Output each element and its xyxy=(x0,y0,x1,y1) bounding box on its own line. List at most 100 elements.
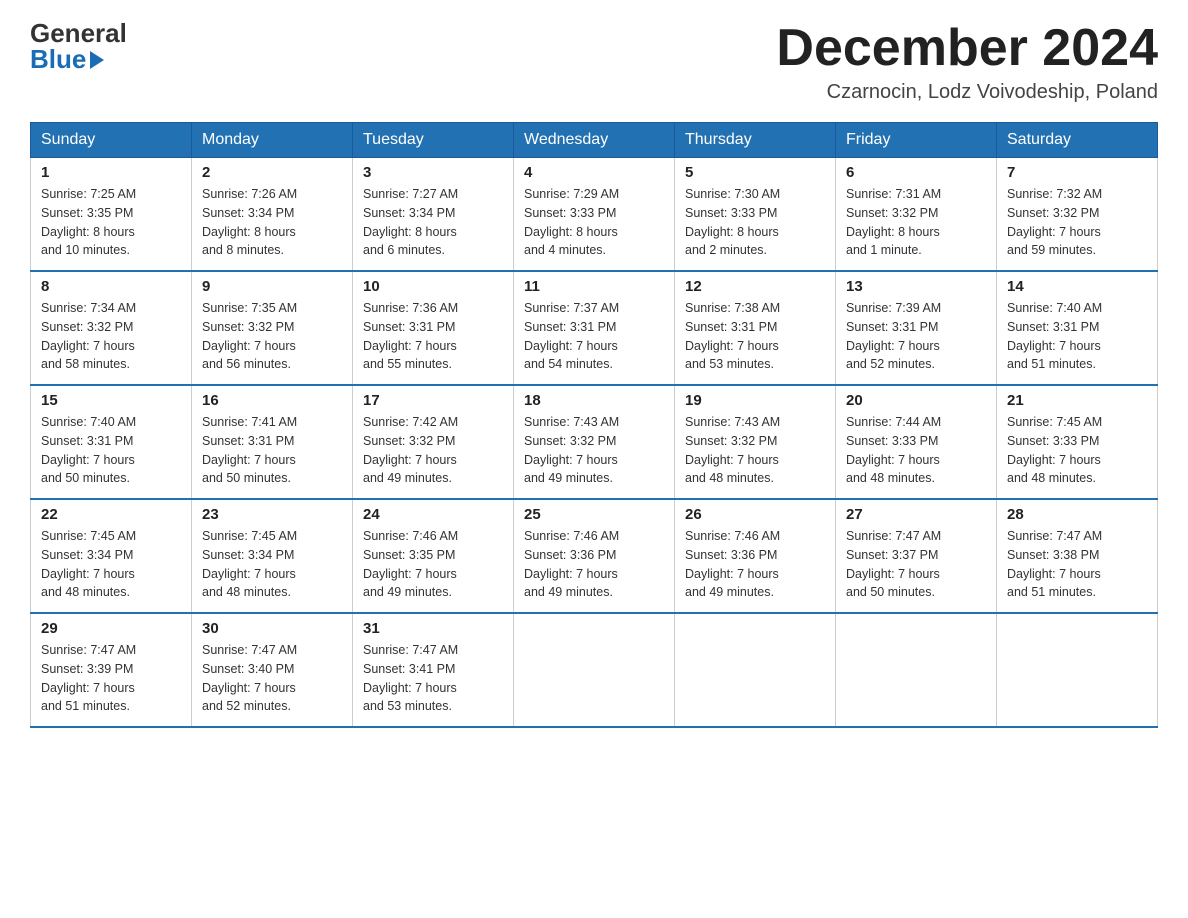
day-info: Sunrise: 7:47 AMSunset: 3:41 PMDaylight:… xyxy=(363,641,503,716)
page-header: General Blue December 2024 Czarnocin, Lo… xyxy=(30,20,1158,104)
calendar-cell: 2 Sunrise: 7:26 AMSunset: 3:34 PMDaylight… xyxy=(192,158,353,272)
calendar-week-row: 8 Sunrise: 7:34 AMSunset: 3:32 PMDaylight… xyxy=(31,271,1158,385)
calendar-cell: 1 Sunrise: 7:25 AMSunset: 3:35 PMDaylight… xyxy=(31,158,192,272)
day-number: 17 xyxy=(363,392,503,409)
day-info: Sunrise: 7:31 AMSunset: 3:32 PMDaylight:… xyxy=(846,185,986,260)
day-of-week-header: Sunday xyxy=(31,123,192,158)
day-number: 16 xyxy=(202,392,342,409)
day-info: Sunrise: 7:35 AMSunset: 3:32 PMDaylight:… xyxy=(202,299,342,374)
day-info: Sunrise: 7:40 AMSunset: 3:31 PMDaylight:… xyxy=(1007,299,1147,374)
day-of-week-header: Friday xyxy=(836,123,997,158)
day-info: Sunrise: 7:25 AMSunset: 3:35 PMDaylight:… xyxy=(41,185,181,260)
day-number: 26 xyxy=(685,506,825,523)
calendar-cell: 6Sunrise: 7:31 AMSunset: 3:32 PMDaylight… xyxy=(836,158,997,272)
day-info: Sunrise: 7:27 AMSunset: 3:34 PMDaylight:… xyxy=(363,185,503,260)
calendar-cell: 17Sunrise: 7:42 AMSunset: 3:32 PMDayligh… xyxy=(353,385,514,499)
calendar-cell: 25 Sunrise: 7:46 AMSunset: 3:36 PMDayligh… xyxy=(514,499,675,613)
day-number: 25 xyxy=(524,506,664,523)
day-info: Sunrise: 7:30 AMSunset: 3:33 PMDaylight:… xyxy=(685,185,825,260)
day-number: 9 xyxy=(202,278,342,295)
day-info: Sunrise: 7:46 AMSunset: 3:36 PMDaylight:… xyxy=(685,527,825,602)
logo-general-text: General xyxy=(30,20,127,46)
calendar-cell: 15Sunrise: 7:40 AMSunset: 3:31 PMDayligh… xyxy=(31,385,192,499)
calendar-cell: 27 Sunrise: 7:47 AMSunset: 3:37 PMDayligh… xyxy=(836,499,997,613)
logo-blue-text: Blue xyxy=(30,46,104,72)
calendar-week-row: 15Sunrise: 7:40 AMSunset: 3:31 PMDayligh… xyxy=(31,385,1158,499)
day-number: 7 xyxy=(1007,164,1147,181)
day-number: 11 xyxy=(524,278,664,295)
calendar-cell: 7 Sunrise: 7:32 AMSunset: 3:32 PMDaylight… xyxy=(997,158,1158,272)
day-number: 4 xyxy=(524,164,664,181)
day-of-week-header: Monday xyxy=(192,123,353,158)
day-info: Sunrise: 7:38 AMSunset: 3:31 PMDaylight:… xyxy=(685,299,825,374)
day-info: Sunrise: 7:47 AMSunset: 3:37 PMDaylight:… xyxy=(846,527,986,602)
day-number: 24 xyxy=(363,506,503,523)
calendar-cell: 11Sunrise: 7:37 AMSunset: 3:31 PMDayligh… xyxy=(514,271,675,385)
day-number: 27 xyxy=(846,506,986,523)
day-number: 28 xyxy=(1007,506,1147,523)
calendar-cell: 29Sunrise: 7:47 AMSunset: 3:39 PMDayligh… xyxy=(31,613,192,727)
day-number: 10 xyxy=(363,278,503,295)
day-number: 1 xyxy=(41,164,181,181)
day-info: Sunrise: 7:44 AMSunset: 3:33 PMDaylight:… xyxy=(846,413,986,488)
day-info: Sunrise: 7:46 AMSunset: 3:36 PMDaylight:… xyxy=(524,527,664,602)
calendar-cell: 24Sunrise: 7:46 AMSunset: 3:35 PMDayligh… xyxy=(353,499,514,613)
calendar-cell xyxy=(675,613,836,727)
calendar-cell: 22Sunrise: 7:45 AMSunset: 3:34 PMDayligh… xyxy=(31,499,192,613)
day-number: 12 xyxy=(685,278,825,295)
day-number: 29 xyxy=(41,620,181,637)
location-subtitle: Czarnocin, Lodz Voivodeship, Poland xyxy=(776,81,1158,104)
day-info: Sunrise: 7:43 AMSunset: 3:32 PMDaylight:… xyxy=(685,413,825,488)
day-of-week-header: Saturday xyxy=(997,123,1158,158)
calendar-cell: 16Sunrise: 7:41 AMSunset: 3:31 PMDayligh… xyxy=(192,385,353,499)
calendar-cell xyxy=(997,613,1158,727)
calendar-cell: 23 Sunrise: 7:45 AMSunset: 3:34 PMDayligh… xyxy=(192,499,353,613)
calendar-cell: 31 Sunrise: 7:47 AMSunset: 3:41 PMDayligh… xyxy=(353,613,514,727)
day-number: 31 xyxy=(363,620,503,637)
logo-triangle-icon xyxy=(90,51,104,69)
day-number: 5 xyxy=(685,164,825,181)
day-info: Sunrise: 7:45 AMSunset: 3:34 PMDaylight:… xyxy=(202,527,342,602)
day-info: Sunrise: 7:47 AMSunset: 3:38 PMDaylight:… xyxy=(1007,527,1147,602)
day-number: 14 xyxy=(1007,278,1147,295)
calendar-cell: 5 Sunrise: 7:30 AMSunset: 3:33 PMDaylight… xyxy=(675,158,836,272)
calendar-cell xyxy=(514,613,675,727)
day-number: 15 xyxy=(41,392,181,409)
calendar-cell: 3 Sunrise: 7:27 AMSunset: 3:34 PMDaylight… xyxy=(353,158,514,272)
day-number: 13 xyxy=(846,278,986,295)
day-of-week-header: Thursday xyxy=(675,123,836,158)
day-of-week-header: Wednesday xyxy=(514,123,675,158)
day-info: Sunrise: 7:45 AMSunset: 3:34 PMDaylight:… xyxy=(41,527,181,602)
day-info: Sunrise: 7:32 AMSunset: 3:32 PMDaylight:… xyxy=(1007,185,1147,260)
calendar-week-row: 29Sunrise: 7:47 AMSunset: 3:39 PMDayligh… xyxy=(31,613,1158,727)
calendar-cell: 4 Sunrise: 7:29 AMSunset: 3:33 PMDaylight… xyxy=(514,158,675,272)
day-number: 20 xyxy=(846,392,986,409)
title-block: December 2024 Czarnocin, Lodz Voivodeshi… xyxy=(776,20,1158,104)
calendar-table: SundayMondayTuesdayWednesdayThursdayFrid… xyxy=(30,122,1158,728)
day-number: 2 xyxy=(202,164,342,181)
day-number: 30 xyxy=(202,620,342,637)
logo: General Blue xyxy=(30,20,127,72)
day-info: Sunrise: 7:26 AMSunset: 3:34 PMDaylight:… xyxy=(202,185,342,260)
day-number: 21 xyxy=(1007,392,1147,409)
calendar-cell: 20 Sunrise: 7:44 AMSunset: 3:33 PMDayligh… xyxy=(836,385,997,499)
calendar-cell: 8 Sunrise: 7:34 AMSunset: 3:32 PMDaylight… xyxy=(31,271,192,385)
calendar-cell: 10 Sunrise: 7:36 AMSunset: 3:31 PMDayligh… xyxy=(353,271,514,385)
day-number: 23 xyxy=(202,506,342,523)
day-number: 3 xyxy=(363,164,503,181)
month-title: December 2024 xyxy=(776,20,1158,77)
day-info: Sunrise: 7:43 AMSunset: 3:32 PMDaylight:… xyxy=(524,413,664,488)
day-info: Sunrise: 7:29 AMSunset: 3:33 PMDaylight:… xyxy=(524,185,664,260)
calendar-cell: 14 Sunrise: 7:40 AMSunset: 3:31 PMDayligh… xyxy=(997,271,1158,385)
day-info: Sunrise: 7:34 AMSunset: 3:32 PMDaylight:… xyxy=(41,299,181,374)
calendar-cell: 28 Sunrise: 7:47 AMSunset: 3:38 PMDayligh… xyxy=(997,499,1158,613)
day-info: Sunrise: 7:36 AMSunset: 3:31 PMDaylight:… xyxy=(363,299,503,374)
calendar-cell: 26 Sunrise: 7:46 AMSunset: 3:36 PMDayligh… xyxy=(675,499,836,613)
day-number: 18 xyxy=(524,392,664,409)
day-number: 8 xyxy=(41,278,181,295)
calendar-cell: 13Sunrise: 7:39 AMSunset: 3:31 PMDayligh… xyxy=(836,271,997,385)
calendar-cell: 9 Sunrise: 7:35 AMSunset: 3:32 PMDaylight… xyxy=(192,271,353,385)
calendar-cell: 18 Sunrise: 7:43 AMSunset: 3:32 PMDayligh… xyxy=(514,385,675,499)
calendar-cell: 19Sunrise: 7:43 AMSunset: 3:32 PMDayligh… xyxy=(675,385,836,499)
calendar-cell: 12 Sunrise: 7:38 AMSunset: 3:31 PMDayligh… xyxy=(675,271,836,385)
